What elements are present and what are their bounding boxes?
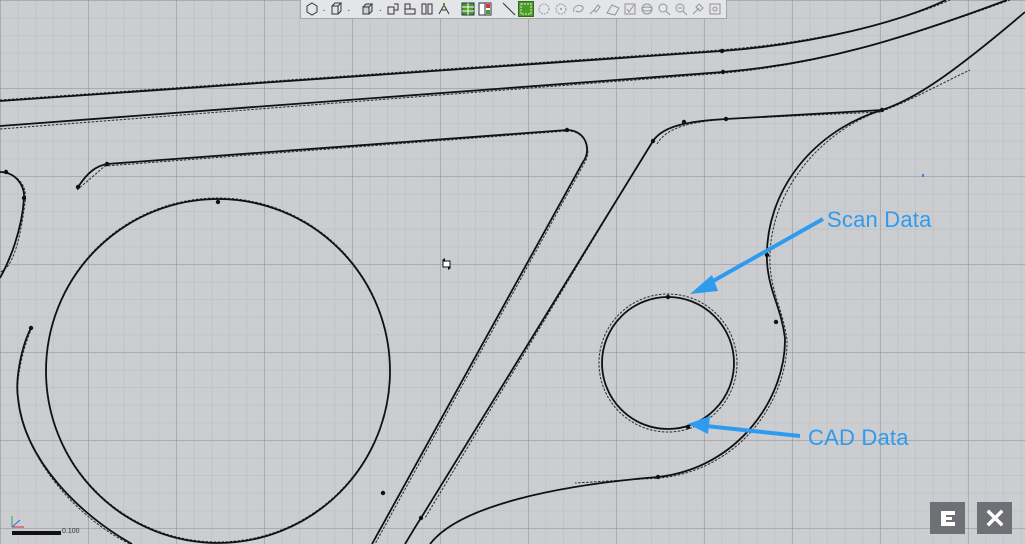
surface-select-icon[interactable] [605, 1, 620, 17]
dropdown-dot-icon[interactable]: . [321, 1, 327, 17]
reset-icon[interactable] [708, 1, 723, 17]
circle-select-icon[interactable] [536, 1, 551, 17]
scan-data-label: Scan Data [827, 207, 932, 232]
checkbox-select-icon[interactable] [622, 1, 637, 17]
separator [454, 1, 459, 17]
vertex-points [3, 48, 885, 521]
export-button[interactable] [930, 502, 965, 534]
sphere-view-icon[interactable] [304, 1, 319, 17]
view-toolbar: . . . [300, 0, 727, 19]
rotate-cursor-icon [442, 258, 451, 270]
export-icon [940, 511, 955, 526]
cad-data-curves [0, 0, 1025, 544]
front-view-icon[interactable] [385, 1, 400, 17]
separator [495, 1, 500, 17]
target-select-icon[interactable] [554, 1, 569, 17]
iso-view-icon[interactable] [360, 1, 375, 17]
separator [354, 1, 359, 17]
dropdown-dot-icon[interactable]: . [346, 1, 352, 17]
line-select-icon[interactable] [501, 1, 516, 17]
cube-view-icon[interactable] [329, 1, 344, 17]
dropdown-dot-icon[interactable]: . [377, 1, 383, 17]
close-button[interactable] [977, 502, 1012, 534]
3d-viewport[interactable]: Scan Data CAD Data . . . 0.100 [0, 0, 1025, 544]
close-icon [986, 509, 1003, 527]
cad-data-label: CAD Data [808, 425, 909, 450]
scale-label: 0.100 [62, 528, 80, 535]
rectangle-select-icon[interactable] [518, 1, 535, 17]
axis-triad-icon [11, 516, 24, 528]
top-view-icon[interactable] [402, 1, 417, 17]
lasso-select-icon[interactable] [571, 1, 586, 17]
paint-select-icon[interactable] [588, 1, 603, 17]
scan-data-curves [0, 0, 1011, 544]
zoom-fit-icon[interactable] [673, 1, 688, 17]
pick-icon[interactable] [691, 1, 706, 17]
section-view-icon[interactable] [437, 1, 452, 17]
zoom-icon[interactable] [656, 1, 671, 17]
marker-dot [922, 174, 924, 177]
sphere-select-icon[interactable] [639, 1, 654, 17]
grid-layout-icon[interactable] [460, 1, 475, 17]
cad-scene [0, 0, 1025, 544]
side-view-icon[interactable] [419, 1, 434, 17]
annotation-arrows [688, 217, 824, 438]
scale-bar [12, 531, 61, 535]
split-layout-icon[interactable] [477, 1, 492, 17]
